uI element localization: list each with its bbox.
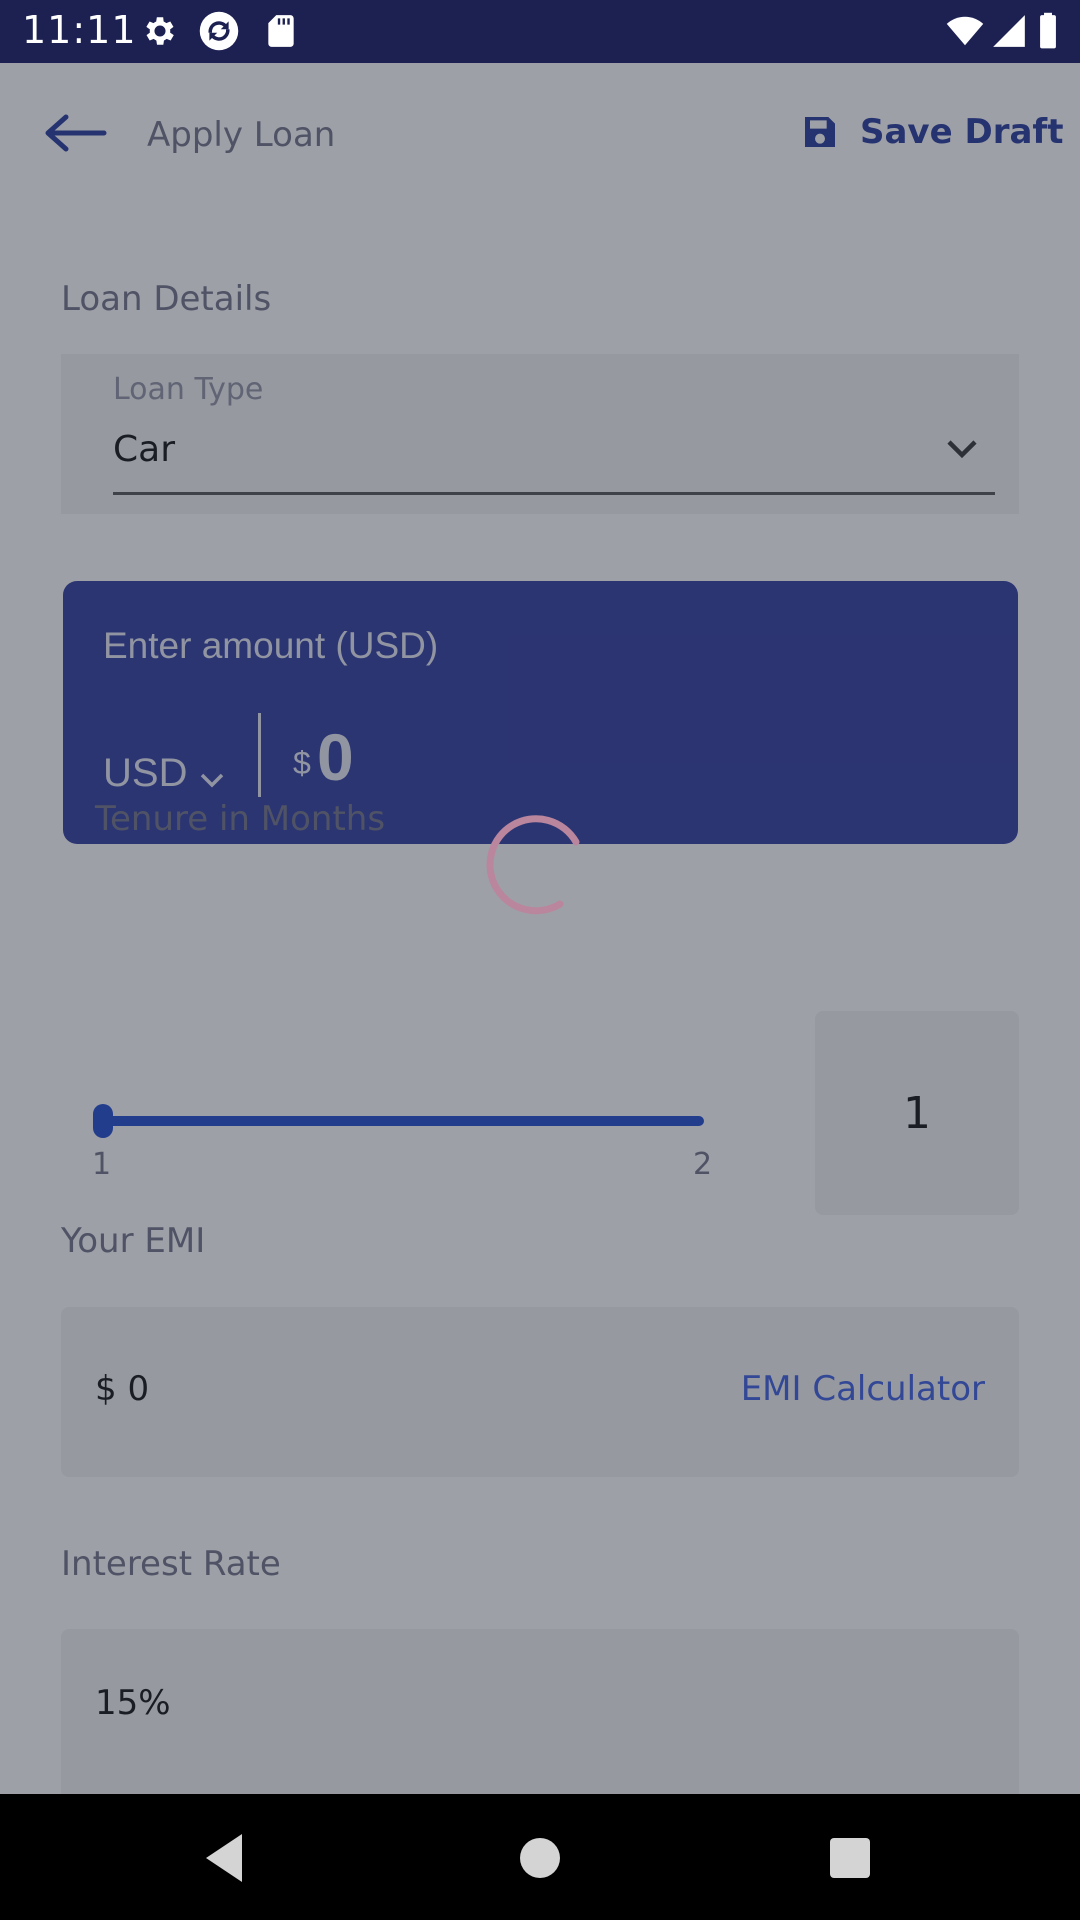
tenure-value-box[interactable]: 1 (815, 1011, 1019, 1215)
sync-icon (199, 11, 239, 51)
save-draft-button[interactable]: Save Draft (800, 107, 1063, 157)
amount-label: Enter amount (USD) (103, 625, 439, 666)
back-triangle-icon[interactable] (196, 1826, 260, 1890)
interest-rate-box: 15% (61, 1629, 1019, 1794)
chevron-down-icon (201, 773, 224, 787)
amount-divider (258, 713, 261, 797)
chevron-down-icon (947, 440, 977, 459)
tenure-slider-track[interactable] (102, 1116, 704, 1126)
loan-type-dropdown[interactable]: Loan Type Car (61, 354, 1019, 514)
loan-details-heading: Loan Details (61, 279, 272, 319)
floppy-disk-icon (805, 117, 835, 147)
interest-rate-value: 15% (95, 1683, 171, 1723)
tenure-label: Tenure in Months (95, 799, 386, 839)
status-bar: 11:11 (0, 0, 1080, 63)
home-circle-icon[interactable] (508, 1826, 572, 1890)
page-title: Apply Loan (147, 115, 336, 155)
wifi-icon (946, 16, 984, 46)
emi-box: $ 0 EMI Calculator (61, 1307, 1019, 1477)
tenure-min-label: 1 (92, 1147, 112, 1182)
arrow-left-icon[interactable] (40, 113, 110, 153)
sd-card-icon (268, 15, 294, 47)
save-draft-label: Save Draft (860, 112, 1064, 152)
loan-type-value: Car (113, 429, 175, 470)
loan-type-underline (113, 492, 995, 495)
loan-type-label: Loan Type (113, 372, 264, 407)
tenure-slider-thumb[interactable] (93, 1104, 113, 1138)
currency-symbol: $ (293, 745, 311, 781)
gear-icon (146, 17, 174, 45)
recents-square-icon[interactable] (818, 1826, 882, 1890)
tenure-value: 1 (903, 1087, 931, 1139)
battery-icon (1040, 12, 1056, 49)
emi-heading: Your EMI (61, 1221, 206, 1261)
signal-icon (993, 15, 1025, 47)
tenure-max-label: 2 (693, 1147, 713, 1182)
apply-loan-screen: Apply Loan Save Draft Loan Details Loan … (0, 63, 1080, 1794)
status-time: 11:11 (22, 8, 137, 52)
currency-dropdown[interactable]: USD (103, 751, 225, 796)
emi-calculator-link[interactable]: EMI Calculator (741, 1369, 985, 1409)
top-app-bar: Apply Loan Save Draft (0, 63, 1080, 203)
interest-rate-heading: Interest Rate (61, 1544, 281, 1584)
system-nav-bar (0, 1794, 1080, 1920)
amount-input[interactable]: 0 (317, 719, 354, 795)
emi-value: $ 0 (95, 1369, 150, 1409)
currency-value: USD (103, 751, 188, 795)
loading-spinner (486, 815, 580, 915)
